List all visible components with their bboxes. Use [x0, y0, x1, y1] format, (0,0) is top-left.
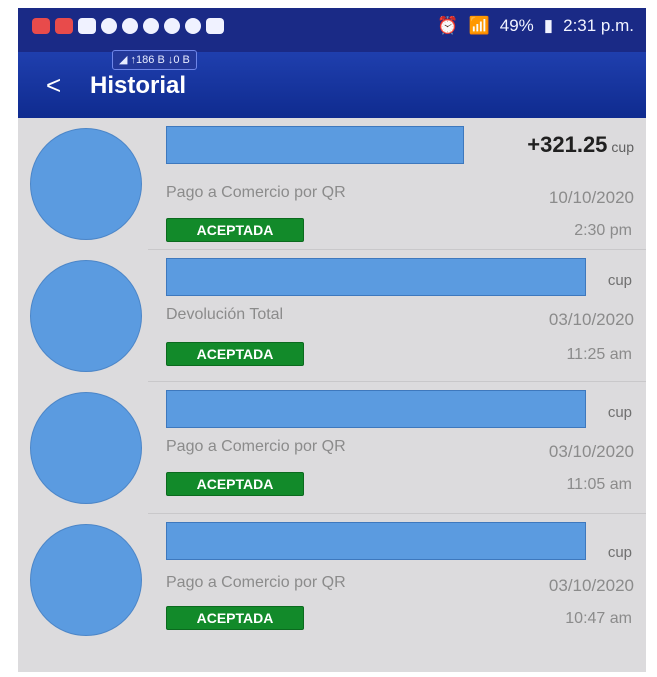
avatar [30, 392, 142, 504]
transaction-list[interactable]: +321.25 cup Pago a Comercio por QR 10/10/… [18, 118, 646, 672]
transaction-date: 03/10/2020 [548, 442, 634, 461]
transaction-description: Pago a Comercio por QR [166, 184, 346, 201]
redacted-name [166, 390, 586, 428]
status-badge: ACEPTADA [166, 472, 304, 496]
battery-percent: 49% [499, 16, 534, 35]
transaction-time: 2:30 pm [574, 222, 632, 239]
transaction-date: 03/10/2020 [548, 576, 634, 595]
status-badge: ACEPTADA [166, 606, 304, 630]
transaction-item[interactable]: cup Devolución Total 03/10/2020 ACEPTADA… [18, 250, 646, 382]
battery-icon: ▮ [543, 16, 554, 35]
notification-app-icon [206, 18, 224, 34]
status-indicators: ⏰ 📶 49% ▮ 2:31 p.m. [437, 16, 634, 36]
messenger-icon [164, 18, 180, 34]
amount-currency: cup [607, 544, 632, 561]
status-badge: ACEPTADA [166, 342, 304, 366]
transaction-time: 11:05 am [566, 476, 632, 493]
transaction-date: 03/10/2020 [548, 310, 634, 329]
clock: 2:31 p.m. [563, 16, 634, 35]
amount-currency: cup [607, 272, 632, 289]
amount-currency: cup [607, 404, 632, 421]
redacted-name [166, 126, 464, 164]
redacted-name [166, 522, 586, 560]
transaction-time: 10:47 am [565, 610, 632, 627]
notification-app-icon [78, 18, 96, 34]
amount-currency: cup [611, 139, 634, 155]
transaction-description: Devolución Total [166, 306, 284, 323]
transaction-item[interactable]: cup Pago a Comercio por QR 03/10/2020 AC… [18, 382, 646, 514]
status-badge: ACEPTADA [166, 218, 304, 242]
avatar [30, 524, 142, 636]
net-up: ↑186 B [130, 54, 165, 66]
transaction-item[interactable]: cup Pago a Comercio por QR 03/10/2020 AC… [18, 514, 646, 646]
notification-app-icon [55, 18, 73, 34]
signal-triangle-icon: ◢ [119, 54, 128, 66]
facebook-icon [143, 18, 159, 34]
back-arrow-icon[interactable]: < [46, 72, 61, 98]
page-title: Historial [90, 72, 187, 99]
avatar [30, 260, 142, 372]
status-bar: ⏰ 📶 49% ▮ 2:31 p.m. [18, 8, 646, 52]
facebook-icon [101, 18, 117, 34]
network-speed-badge: ◢ ↑186 B ↓0 B [112, 50, 197, 70]
signal-icon: 📶 [468, 16, 490, 35]
alarm-icon: ⏰ [437, 16, 459, 35]
net-down: ↓0 B [167, 54, 190, 66]
whatsapp-icon [185, 18, 201, 34]
transaction-date: 10/10/2020 [548, 188, 634, 207]
transaction-time: 11:25 am [566, 346, 632, 363]
phone-screen: ⏰ 📶 49% ▮ 2:31 p.m. ◢ ↑186 B ↓0 B < Hist… [18, 8, 646, 672]
facebook-icon [122, 18, 138, 34]
notification-app-icon [32, 18, 50, 34]
transaction-item[interactable]: +321.25 cup Pago a Comercio por QR 10/10/… [18, 118, 646, 250]
transaction-description: Pago a Comercio por QR [166, 438, 346, 455]
avatar [30, 128, 142, 240]
amount-value: +321.25 [527, 132, 608, 157]
transaction-description: Pago a Comercio por QR [166, 574, 346, 591]
notification-icons [32, 18, 224, 34]
transaction-amount: +321.25 cup [527, 132, 634, 158]
redacted-name [166, 258, 586, 296]
